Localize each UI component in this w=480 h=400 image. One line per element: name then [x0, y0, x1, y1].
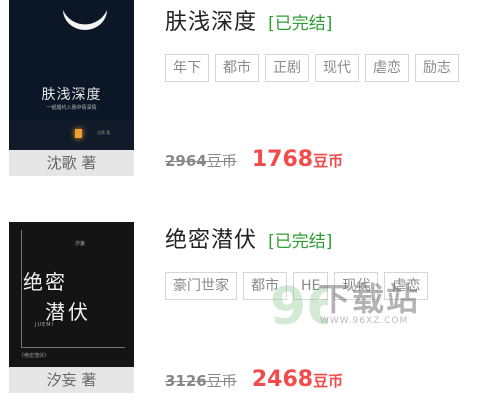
- book-cover-card[interactable]: 汐妄 绝密 潜伏 JUEMI 《绝密潜伏》 汐妄 著: [9, 222, 134, 393]
- original-price-unit: 豆币: [206, 152, 237, 170]
- cover-subtitle: 一纸婚约入我中情深情: [46, 105, 97, 111]
- cover-title-line-2: 潜伏: [45, 300, 91, 324]
- book-item[interactable]: 汐妄 绝密 潜伏 JUEMI 《绝密潜伏》 汐妄 著 绝密潜伏 [已完结] 豪门…: [0, 222, 480, 400]
- cover-bottom-text: 《绝密潜伏》: [19, 353, 50, 359]
- tag-item[interactable]: 都市: [215, 54, 259, 82]
- book-cover-image[interactable]: 汐妄 绝密 潜伏 JUEMI 《绝密潜伏》: [9, 222, 134, 367]
- author-label: 沈歌 著: [9, 150, 134, 176]
- tag-list: 豪门世家 都市 HE 现代 虐恋: [165, 272, 434, 300]
- tag-item[interactable]: 年下: [165, 54, 209, 82]
- book-item[interactable]: 肤浅深度 一纸婚约入我中情深情 沈歌 著 沈歌 著 肤浅深度 [已完结] 年下 …: [0, 0, 480, 200]
- tag-item[interactable]: 励志: [415, 54, 459, 82]
- tag-item[interactable]: 现代: [334, 272, 379, 300]
- lamp-icon: [75, 129, 82, 138]
- cover-small-author: 汐妄: [75, 241, 86, 247]
- tag-item[interactable]: 正剧: [265, 54, 309, 82]
- book-title-link[interactable]: 绝密潜伏: [165, 228, 257, 253]
- tag-item[interactable]: 现代: [315, 54, 359, 82]
- author-label: 汐妄 著: [9, 367, 134, 393]
- sale-price: 2468: [251, 367, 314, 392]
- book-cover-card[interactable]: 肤浅深度 一纸婚约入我中情深情 沈歌 著 沈歌 著: [9, 0, 134, 176]
- original-price-unit: 豆币: [206, 372, 237, 390]
- book-title-row: 绝密潜伏 [已完结]: [165, 222, 332, 254]
- cover-title: 肤浅深度: [41, 87, 102, 103]
- cover-credit: 沈歌 著: [97, 130, 111, 135]
- original-price: 3126: [165, 372, 207, 390]
- price-row: 3126豆币 2468豆币: [165, 367, 343, 392]
- status-badge: [已完结]: [268, 14, 333, 34]
- sale-price-unit: 豆币: [313, 152, 344, 170]
- original-price: 2964: [165, 152, 207, 170]
- price-row: 2964豆币 1768豆币: [165, 147, 343, 172]
- book-title-link[interactable]: 肤浅深度: [165, 10, 257, 35]
- tag-item[interactable]: 豪门世家: [165, 272, 237, 300]
- sale-price-unit: 豆币: [313, 372, 344, 390]
- tag-list: 年下 都市 正剧 现代 虐恋 励志: [165, 54, 465, 82]
- book-title-row: 肤浅深度 [已完结]: [165, 4, 332, 36]
- status-badge: [已完结]: [268, 232, 333, 252]
- cover-title-line-1: 绝密: [23, 270, 67, 294]
- sale-price: 1768: [251, 147, 314, 172]
- tag-item[interactable]: HE: [293, 272, 329, 300]
- crescent-moon-icon: [63, 10, 107, 30]
- tag-item[interactable]: 虐恋: [365, 54, 409, 82]
- cover-english-title: JUEMI: [35, 322, 55, 328]
- book-cover-image[interactable]: 肤浅深度 一纸婚约入我中情深情 沈歌 著: [9, 0, 134, 150]
- tag-item[interactable]: 都市: [243, 272, 287, 300]
- tag-item[interactable]: 虐恋: [384, 272, 429, 300]
